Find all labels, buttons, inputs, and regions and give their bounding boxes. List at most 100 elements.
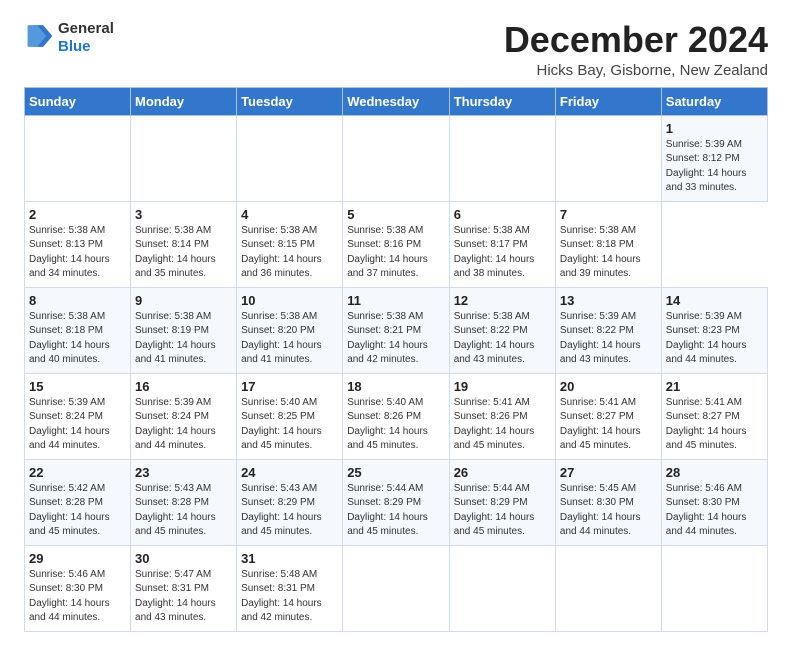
title-block: December 2024 Hicks Bay, Gisborne, New Z… xyxy=(504,20,768,79)
calendar-cell: 27 Sunrise: 5:45 AMSunset: 8:30 PMDayligh… xyxy=(555,459,661,545)
day-number: 13 xyxy=(560,293,657,308)
day-number: 18 xyxy=(347,379,445,394)
day-info: Sunrise: 5:41 AMSunset: 8:27 PMDaylight:… xyxy=(666,397,747,452)
calendar-cell xyxy=(131,115,237,201)
logo: General Blue xyxy=(24,20,114,56)
day-info: Sunrise: 5:42 AMSunset: 8:28 PMDaylight:… xyxy=(29,483,110,538)
logo-icon xyxy=(26,22,54,50)
calendar-cell: 26 Sunrise: 5:44 AMSunset: 8:29 PMDayligh… xyxy=(449,459,555,545)
calendar-cell: 30 Sunrise: 5:47 AMSunset: 8:31 PMDayligh… xyxy=(131,545,237,631)
calendar-cell: 15 Sunrise: 5:39 AMSunset: 8:24 PMDayligh… xyxy=(25,373,131,459)
day-info: Sunrise: 5:43 AMSunset: 8:28 PMDaylight:… xyxy=(135,483,216,538)
calendar-cell xyxy=(343,115,450,201)
calendar-cell: 3Sunrise: 5:38 AMSunset: 8:14 PMDaylight… xyxy=(131,201,237,287)
day-number: 15 xyxy=(29,379,126,394)
day-info: Sunrise: 5:38 AMSunset: 8:22 PMDaylight:… xyxy=(454,311,535,366)
calendar-cell: 8Sunrise: 5:38 AMSunset: 8:18 PMDaylight… xyxy=(25,287,131,373)
logo-blue: Blue xyxy=(58,38,114,56)
calendar-cell: 13 Sunrise: 5:39 AMSunset: 8:22 PMDayligh… xyxy=(555,287,661,373)
calendar-cell: 21Sunrise: 5:41 AMSunset: 8:27 PMDayligh… xyxy=(661,373,767,459)
calendar-cell xyxy=(661,545,767,631)
calendar-cell: 20Sunrise: 5:41 AMSunset: 8:27 PMDayligh… xyxy=(555,373,661,459)
header-monday: Monday xyxy=(131,87,237,115)
day-info: Sunrise: 5:39 AMSunset: 8:24 PMDaylight:… xyxy=(29,397,110,452)
day-number: 25 xyxy=(347,465,445,480)
day-number: 28 xyxy=(666,465,763,480)
day-number: 27 xyxy=(560,465,657,480)
logo-general: General xyxy=(58,20,114,38)
calendar-week-row: 15 Sunrise: 5:39 AMSunset: 8:24 PMDayligh… xyxy=(25,373,768,459)
day-number: 29 xyxy=(29,551,126,566)
day-number: 31 xyxy=(241,551,338,566)
calendar-cell: 9Sunrise: 5:38 AMSunset: 8:19 PMDaylight… xyxy=(131,287,237,373)
calendar-week-row: 22 Sunrise: 5:42 AMSunset: 8:28 PMDayligh… xyxy=(25,459,768,545)
day-number: 19 xyxy=(454,379,551,394)
calendar-week-row: 29Sunrise: 5:46 AMSunset: 8:30 PMDayligh… xyxy=(25,545,768,631)
calendar-cell xyxy=(449,115,555,201)
calendar-cell: 6Sunrise: 5:38 AMSunset: 8:17 PMDaylight… xyxy=(449,201,555,287)
header-tuesday: Tuesday xyxy=(237,87,343,115)
calendar-cell: 17 Sunrise: 5:40 AMSunset: 8:25 PMDayligh… xyxy=(237,373,343,459)
day-info: Sunrise: 5:38 AMSunset: 8:20 PMDaylight:… xyxy=(241,311,322,366)
page-header: General Blue December 2024 Hicks Bay, Gi… xyxy=(24,20,768,79)
day-info: Sunrise: 5:38 AMSunset: 8:16 PMDaylight:… xyxy=(347,225,428,280)
calendar-cell xyxy=(555,545,661,631)
calendar-cell: 12 Sunrise: 5:38 AMSunset: 8:22 PMDayligh… xyxy=(449,287,555,373)
day-info: Sunrise: 5:39 AMSunset: 8:12 PMDaylight:… xyxy=(666,139,747,194)
header-saturday: Saturday xyxy=(661,87,767,115)
day-number: 16 xyxy=(135,379,232,394)
calendar-week-row: 8Sunrise: 5:38 AMSunset: 8:18 PMDaylight… xyxy=(25,287,768,373)
day-info: Sunrise: 5:38 AMSunset: 8:13 PMDaylight:… xyxy=(29,225,110,280)
calendar-cell: 5 Sunrise: 5:38 AMSunset: 8:16 PMDaylight… xyxy=(343,201,450,287)
day-number: 17 xyxy=(241,379,338,394)
calendar-header-row: SundayMondayTuesdayWednesdayThursdayFrid… xyxy=(25,87,768,115)
day-info: Sunrise: 5:39 AMSunset: 8:22 PMDaylight:… xyxy=(560,311,641,366)
calendar-cell: 14 Sunrise: 5:39 AMSunset: 8:23 PMDayligh… xyxy=(661,287,767,373)
calendar-cell: 1Sunrise: 5:39 AMSunset: 8:12 PMDaylight… xyxy=(661,115,767,201)
calendar-cell: 28Sunrise: 5:46 AMSunset: 8:30 PMDayligh… xyxy=(661,459,767,545)
day-info: Sunrise: 5:47 AMSunset: 8:31 PMDaylight:… xyxy=(135,569,216,624)
calendar-cell: 22 Sunrise: 5:42 AMSunset: 8:28 PMDayligh… xyxy=(25,459,131,545)
calendar-cell: 4 Sunrise: 5:38 AMSunset: 8:15 PMDaylight… xyxy=(237,201,343,287)
calendar-cell: 18Sunrise: 5:40 AMSunset: 8:26 PMDayligh… xyxy=(343,373,450,459)
calendar-subtitle: Hicks Bay, Gisborne, New Zealand xyxy=(504,62,768,79)
day-info: Sunrise: 5:44 AMSunset: 8:29 PMDaylight:… xyxy=(454,483,535,538)
day-info: Sunrise: 5:38 AMSunset: 8:15 PMDaylight:… xyxy=(241,225,322,280)
day-number: 5 xyxy=(347,207,445,222)
day-info: Sunrise: 5:39 AMSunset: 8:23 PMDaylight:… xyxy=(666,311,747,366)
day-number: 8 xyxy=(29,293,126,308)
calendar-cell: 7Sunrise: 5:38 AMSunset: 8:18 PMDaylight… xyxy=(555,201,661,287)
calendar-cell: 16Sunrise: 5:39 AMSunset: 8:24 PMDayligh… xyxy=(131,373,237,459)
day-number: 9 xyxy=(135,293,232,308)
calendar-cell: 31 Sunrise: 5:48 AMSunset: 8:31 PMDayligh… xyxy=(237,545,343,631)
calendar-cell: 2 Sunrise: 5:38 AMSunset: 8:13 PMDaylight… xyxy=(25,201,131,287)
day-number: 6 xyxy=(454,207,551,222)
day-info: Sunrise: 5:45 AMSunset: 8:30 PMDaylight:… xyxy=(560,483,641,538)
day-info: Sunrise: 5:38 AMSunset: 8:14 PMDaylight:… xyxy=(135,225,216,280)
calendar-cell xyxy=(25,115,131,201)
calendar-cell: 11Sunrise: 5:38 AMSunset: 8:21 PMDayligh… xyxy=(343,287,450,373)
day-number: 14 xyxy=(666,293,763,308)
calendar-title: December 2024 xyxy=(504,20,768,60)
day-info: Sunrise: 5:48 AMSunset: 8:31 PMDaylight:… xyxy=(241,569,322,624)
day-info: Sunrise: 5:40 AMSunset: 8:25 PMDaylight:… xyxy=(241,397,322,452)
day-number: 20 xyxy=(560,379,657,394)
calendar-cell: 10 Sunrise: 5:38 AMSunset: 8:20 PMDayligh… xyxy=(237,287,343,373)
header-wednesday: Wednesday xyxy=(343,87,450,115)
calendar-cell: 24Sunrise: 5:43 AMSunset: 8:29 PMDayligh… xyxy=(237,459,343,545)
day-number: 10 xyxy=(241,293,338,308)
day-number: 2 xyxy=(29,207,126,222)
header-sunday: Sunday xyxy=(25,87,131,115)
day-number: 24 xyxy=(241,465,338,480)
day-number: 12 xyxy=(454,293,551,308)
calendar-cell: 19 Sunrise: 5:41 AMSunset: 8:26 PMDayligh… xyxy=(449,373,555,459)
day-number: 11 xyxy=(347,293,445,308)
day-number: 30 xyxy=(135,551,232,566)
calendar-cell xyxy=(237,115,343,201)
day-info: Sunrise: 5:41 AMSunset: 8:26 PMDaylight:… xyxy=(454,397,535,452)
day-number: 22 xyxy=(29,465,126,480)
calendar-cell: 29Sunrise: 5:46 AMSunset: 8:30 PMDayligh… xyxy=(25,545,131,631)
day-number: 4 xyxy=(241,207,338,222)
day-number: 26 xyxy=(454,465,551,480)
day-number: 23 xyxy=(135,465,232,480)
